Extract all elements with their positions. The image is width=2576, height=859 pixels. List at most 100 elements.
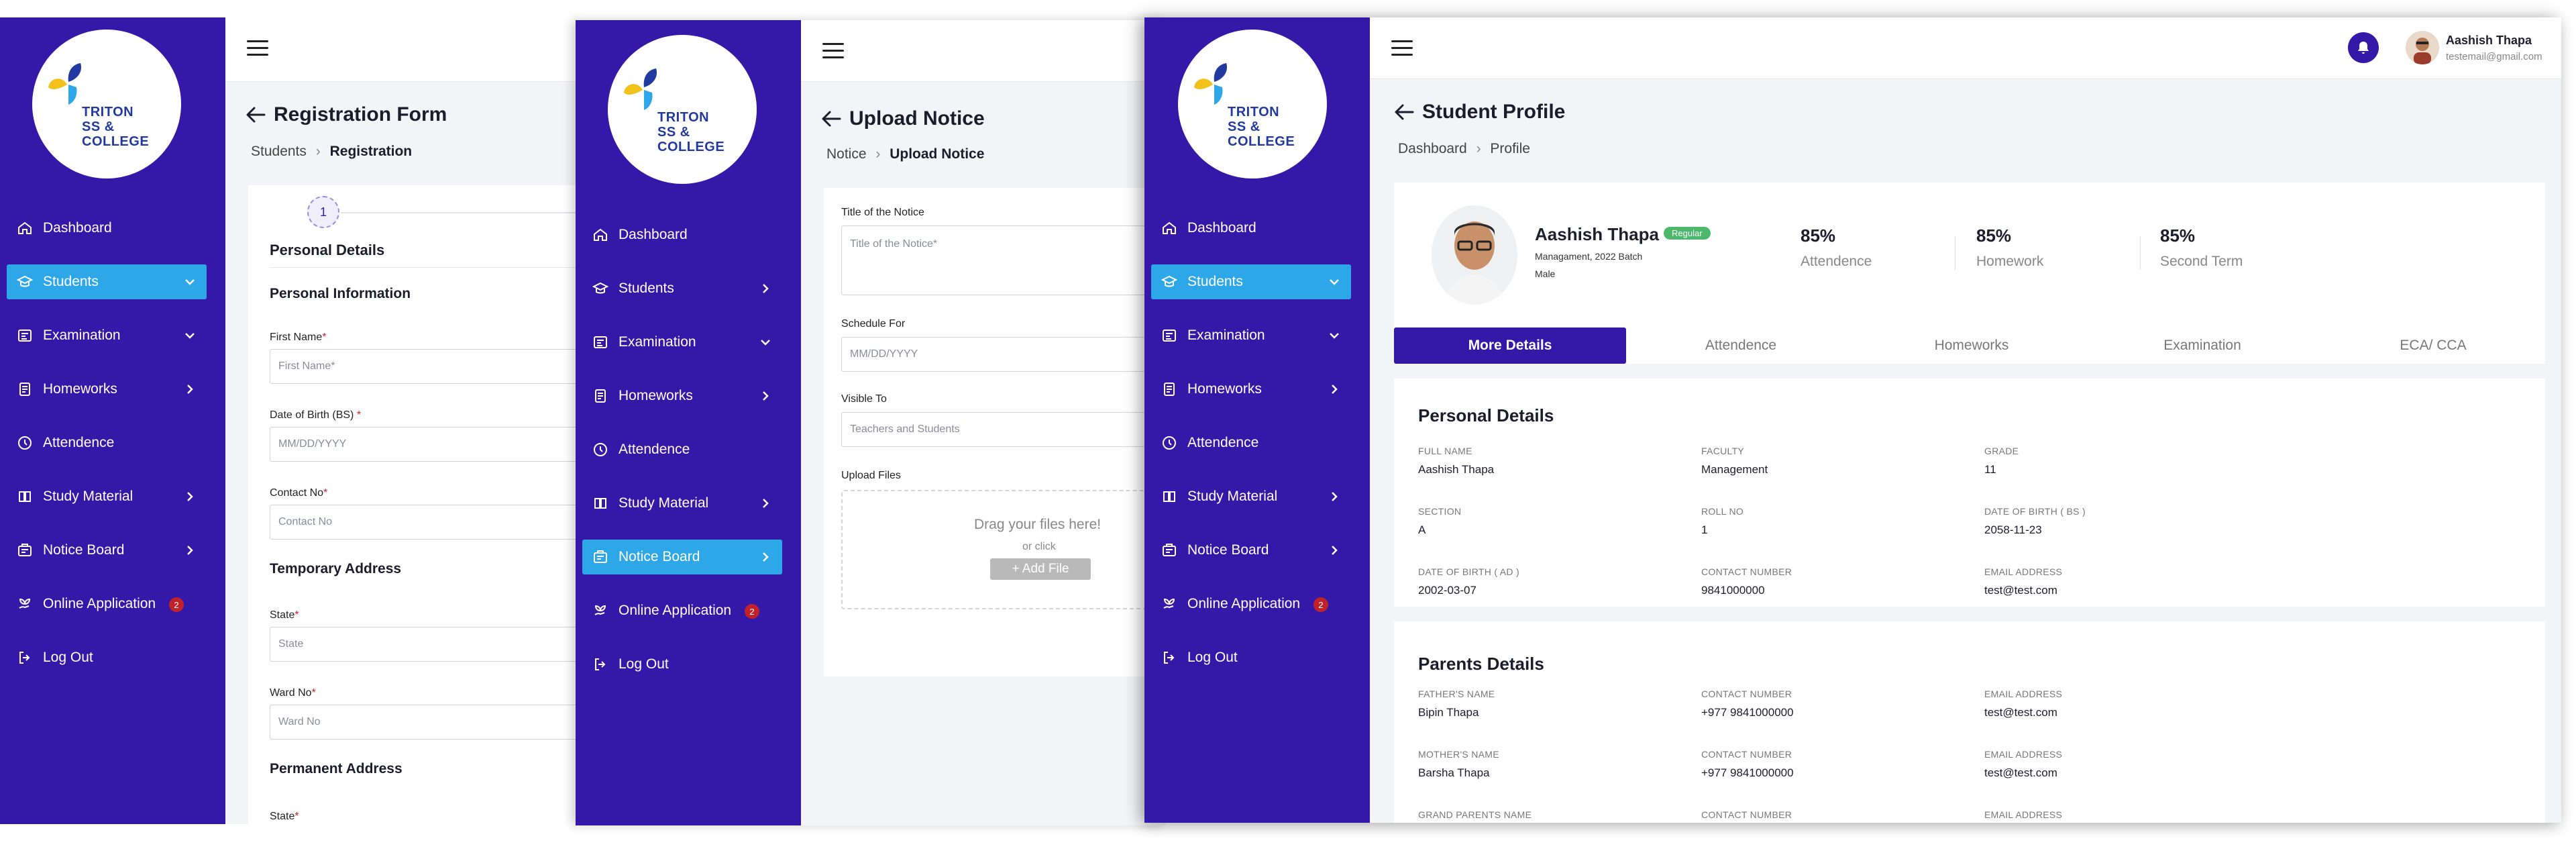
tab-more-details[interactable]: More Details (1394, 327, 1626, 364)
sidebar-item-dashboard[interactable]: Dashboard (582, 217, 782, 252)
breadcrumb-parent[interactable]: Dashboard (1398, 141, 1467, 156)
sidebar-item-examination[interactable]: Examination (7, 318, 207, 353)
section-permanent-address: Permanent Address (270, 761, 402, 776)
section-temporary-address: Temporary Address (270, 561, 402, 576)
sidebar-item-students[interactable]: Students (1151, 264, 1351, 299)
menu-icon[interactable] (247, 40, 268, 58)
detail-label: FULL NAME (1418, 446, 1472, 456)
menu-icon[interactable] (1391, 40, 1413, 58)
tab-examination[interactable]: Examination (2086, 327, 2318, 364)
state-input[interactable]: State (270, 627, 590, 662)
detail-value: 1 (1701, 523, 1708, 536)
tab-attendence[interactable]: Attendence (1625, 327, 1857, 364)
sidebar-item-attendence[interactable]: Attendence (7, 425, 207, 460)
sidebar-item-homeworks[interactable]: Homeworks (582, 378, 782, 413)
sidebar-item-study-material[interactable]: Study Material (582, 486, 782, 521)
sidebar-item-notice-board[interactable]: Notice Board (582, 540, 782, 574)
detail-label: SECTION (1418, 506, 1462, 517)
sidebar-item-dashboard[interactable]: Dashboard (1151, 211, 1351, 246)
sidebar-item-study-material[interactable]: Study Material (7, 479, 207, 514)
schedule-input[interactable]: MM/DD/YYYY (841, 337, 1166, 372)
menu-icon[interactable] (822, 43, 844, 60)
sidebar-item-log-out[interactable]: Log Out (7, 640, 207, 675)
notice-icon (1161, 542, 1178, 559)
page-title: Registration Form (246, 103, 447, 126)
sidebar-item-label: Dashboard (619, 227, 688, 242)
back-arrow-icon[interactable] (821, 110, 841, 128)
homework-icon (16, 381, 34, 398)
sidebar-item-online-application[interactable]: Online Application 2 (7, 587, 207, 621)
sidebar-item-label: Homeworks (1187, 381, 1262, 397)
notification-icon[interactable] (2348, 32, 2379, 63)
page-title-text: Upload Notice (849, 107, 985, 130)
sidebar-item-study-material[interactable]: Study Material (1151, 479, 1351, 514)
notice-title-input[interactable]: Title of the Notice* (841, 225, 1166, 295)
detail-value: Aashish Thapa (1418, 463, 1495, 476)
section-personal-info: Personal Information (270, 286, 411, 301)
breadcrumb-parent[interactable]: Students (251, 144, 307, 159)
notification-badge: 2 (169, 597, 184, 612)
sidebar-item-notice-board[interactable]: Notice Board (1151, 533, 1351, 568)
ward-input[interactable]: Ward No (270, 705, 590, 740)
graduation-cap-icon (592, 280, 609, 297)
chevron-right-icon (182, 543, 197, 558)
status-badge: Regular (1664, 227, 1711, 240)
sidebar-item-dashboard[interactable]: Dashboard (7, 211, 207, 246)
step-line (341, 212, 590, 213)
sidebar-item-label: Study Material (1187, 489, 1278, 504)
sidebar-item-examination[interactable]: Examination (1151, 318, 1351, 353)
upload-files-label: Upload Files (841, 470, 901, 481)
visible-to-select[interactable]: Teachers and Students (841, 412, 1166, 447)
page-title: Upload Notice (821, 107, 985, 130)
chevron-right-icon (1327, 382, 1342, 397)
sidebar-item-log-out[interactable]: Log Out (582, 647, 782, 682)
tab-homeworks[interactable]: Homeworks (1856, 327, 2088, 364)
chevron-right-icon (758, 281, 773, 296)
exam-icon (592, 334, 609, 351)
file-dropzone[interactable]: Drag your files here! or click + Add Fil… (841, 490, 1166, 609)
sidebar-item-homeworks[interactable]: Homeworks (1151, 372, 1351, 407)
sidebar-item-online-application[interactable]: Online Application 2 (582, 593, 782, 628)
sidebar-item-examination[interactable]: Examination (582, 325, 782, 360)
sidebar-item-online-application[interactable]: Online Application 2 (1151, 587, 1351, 621)
sidebar-item-log-out[interactable]: Log Out (1151, 640, 1351, 675)
tab-eca-cca[interactable]: ECA/ CCA (2317, 327, 2549, 364)
sidebar-item-notice-board[interactable]: Notice Board (7, 533, 207, 568)
sidebar-item-attendence[interactable]: Attendence (582, 432, 782, 467)
profile-tabs: More Details Attendence Homeworks Examinati… (1394, 327, 2545, 364)
sidebar-item-label: Attendence (1187, 435, 1259, 450)
add-file-button[interactable]: + Add File (990, 558, 1091, 580)
sidebar-item-students[interactable]: Students (7, 264, 207, 299)
sidebar-item-homeworks[interactable]: Homeworks (7, 372, 207, 407)
sidebar-item-label: Log Out (43, 650, 93, 665)
drop-text: Drag your files here! (974, 517, 1102, 532)
sidebar-item-label: Homeworks (619, 388, 693, 403)
sidebar-item-students[interactable]: Students (582, 271, 782, 306)
sidebar-item-label: Online Application (43, 596, 156, 611)
chevron-down-icon (1327, 328, 1342, 343)
detail-value: Management (1701, 463, 1768, 476)
registration-card: 1 Personal Details Personal Information … (248, 185, 590, 824)
chevron-right-icon (182, 489, 197, 504)
book-icon (1161, 488, 1178, 505)
detail-value: A (1418, 523, 1426, 536)
sidebar-item-label: Dashboard (1187, 220, 1256, 236)
chevron-right-icon (182, 382, 197, 397)
contact-input[interactable]: Contact No (270, 505, 590, 540)
back-arrow-icon[interactable] (246, 106, 266, 123)
student-name: Aashish Thapa (1535, 224, 1659, 244)
chevron-right-icon (758, 496, 773, 511)
logo-leaf-icon (1194, 63, 1228, 105)
stat-divider (2140, 236, 2141, 270)
sidebar-item-label: Online Application (1187, 596, 1301, 611)
breadcrumb-parent[interactable]: Notice (826, 146, 867, 162)
breadcrumb-current: Profile (1490, 141, 1530, 156)
dob-input[interactable]: MM/DD/YYYY (270, 427, 590, 462)
first-name-input[interactable]: First Name* (270, 349, 590, 384)
homework-icon (1161, 381, 1178, 398)
or-click-text: or click (1022, 541, 1056, 552)
avatar[interactable] (2406, 31, 2439, 64)
school-logo: TRITON SS & COLLEGE (32, 30, 181, 179)
back-arrow-icon[interactable] (1394, 103, 1414, 121)
sidebar-item-attendence[interactable]: Attendence (1151, 425, 1351, 460)
